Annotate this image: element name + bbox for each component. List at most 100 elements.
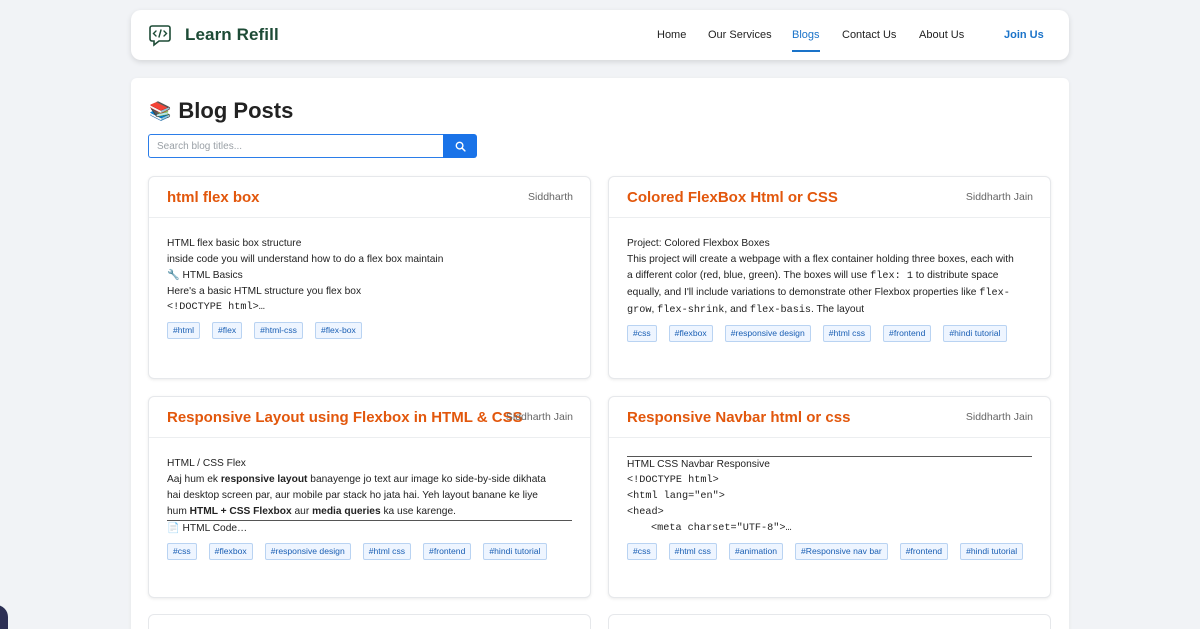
- excerpt-line: Here's a basic HTML structure you flex b…: [167, 286, 362, 297]
- blog-card[interactable]: [148, 614, 591, 629]
- excerpt-line: inside code you will understand how to d…: [167, 254, 444, 265]
- nav-item-our-services[interactable]: Our Services: [708, 10, 772, 60]
- excerpt-line: 📄 HTML Code…: [167, 523, 248, 534]
- card-title[interactable]: Responsive Layout using Flexbox in HTML …: [167, 409, 523, 426]
- tag-chip[interactable]: #html css: [822, 325, 872, 342]
- excerpt-code-line: <meta charset="UTF-8">…: [651, 523, 792, 534]
- excerpt-line: This project will create a webpage with …: [627, 254, 1014, 265]
- page-title: 📚 Blog Posts: [149, 98, 293, 124]
- excerpt-code-line: <!DOCTYPE html>: [627, 475, 719, 486]
- blog-list-panel: 📚 Blog Posts html flex box Siddharth HTM…: [131, 78, 1069, 629]
- card-header: Responsive Navbar html or css Siddharth …: [609, 397, 1050, 438]
- tag-chip[interactable]: #html css: [668, 543, 717, 560]
- tag-list: #html #flex #html-css #flex-box: [149, 316, 590, 339]
- tag-list: #css #html css #animation #Responsive na…: [609, 537, 1050, 560]
- tag-chip[interactable]: #frontend: [883, 325, 932, 342]
- excerpt-text: and: [730, 304, 748, 315]
- card-author: Siddharth: [528, 191, 573, 203]
- books-icon: 📚: [149, 100, 172, 121]
- excerpt-text: ka use karenge.: [383, 506, 456, 517]
- page-title-text: Blog Posts: [178, 98, 294, 123]
- card-excerpt: HTML CSS Navbar Responsive <!DOCTYPE htm…: [609, 438, 1050, 537]
- tag-chip[interactable]: #flex: [212, 322, 243, 339]
- nav-item-contact-us[interactable]: Contact Us: [842, 10, 896, 60]
- excerpt-line: HTML CSS Navbar Responsive: [627, 459, 770, 470]
- excerpt-text: equally, and I'll include variations to …: [627, 287, 977, 298]
- excerpt-line: 🔧 HTML Basics: [167, 270, 243, 281]
- excerpt-line: Aaj hum ek responsive layout banayenge j…: [167, 472, 572, 488]
- card-header: Responsive Layout using Flexbox in HTML …: [149, 397, 590, 438]
- tag-chip[interactable]: #css: [167, 543, 197, 560]
- blog-card[interactable]: html flex box Siddharth HTML flex basic …: [148, 176, 591, 379]
- card-author: Siddharth Jain: [505, 411, 573, 423]
- tag-chip[interactable]: #css: [627, 325, 657, 342]
- excerpt-bold: responsive layout: [220, 474, 308, 485]
- card-excerpt: HTML / CSS Flex Aaj hum ek responsive la…: [149, 438, 590, 537]
- tag-chip[interactable]: #frontend: [423, 543, 472, 560]
- excerpt-line: Project: Colored Flexbox Boxes: [627, 238, 770, 249]
- tag-chip[interactable]: #animation: [728, 543, 784, 560]
- inline-code: flex: 1: [870, 271, 913, 282]
- inline-code: flex-shrink: [657, 305, 725, 316]
- card-author: Siddharth Jain: [965, 191, 1033, 203]
- tag-chip[interactable]: #flexbox: [668, 325, 713, 342]
- inline-code: flex-: [979, 288, 1010, 299]
- excerpt-text: . The layout: [811, 304, 865, 315]
- search-icon: [455, 141, 466, 152]
- tag-chip[interactable]: #responsive design: [724, 325, 811, 342]
- tag-chip[interactable]: #css: [627, 543, 657, 560]
- blog-card[interactable]: [608, 614, 1051, 629]
- decorative-corner: [0, 605, 8, 629]
- excerpt-text: Aaj hum ek: [167, 474, 218, 485]
- nav-links: Home Our Services Blogs Contact Us About…: [131, 10, 1069, 60]
- excerpt-line: grow, flex-shrink, and flex-basis. The l…: [627, 304, 865, 316]
- tag-chip[interactable]: #hindi tutorial: [943, 325, 1007, 342]
- top-navbar: Learn Refill Home Our Services Blogs Con…: [131, 10, 1069, 60]
- card-title[interactable]: html flex box: [167, 189, 260, 206]
- card-title[interactable]: Colored FlexBox Html or CSS: [627, 189, 838, 206]
- excerpt-text: hum: [167, 506, 187, 517]
- tag-list: #css #flexbox #responsive design #html c…: [149, 537, 590, 560]
- tag-chip[interactable]: #hindi tutorial: [483, 543, 547, 560]
- blog-card[interactable]: Colored FlexBox Html or CSS Siddharth Ja…: [608, 176, 1051, 379]
- tag-chip[interactable]: #html css: [362, 543, 412, 560]
- tag-chip[interactable]: #html-css: [254, 322, 303, 339]
- card-header: html flex box Siddharth: [149, 177, 590, 218]
- excerpt-line: HTML flex basic box structure: [167, 238, 302, 249]
- excerpt-line: hum HTML + CSS Flexbox aur media queries…: [167, 504, 572, 520]
- card-title[interactable]: Responsive Navbar html or css: [627, 409, 850, 426]
- excerpt-bold: media queries: [312, 506, 381, 517]
- nav-item-about-us[interactable]: About Us: [919, 10, 964, 60]
- excerpt-text: a different color (red, blue, green). Th…: [627, 270, 868, 281]
- excerpt-line: a different color (red, blue, green). Th…: [627, 268, 1032, 285]
- tag-chip[interactable]: #frontend: [899, 543, 949, 560]
- tag-chip[interactable]: #flex-box: [314, 322, 362, 339]
- blog-card[interactable]: Responsive Navbar html or css Siddharth …: [608, 396, 1051, 598]
- card-author: Siddharth Jain: [965, 411, 1033, 423]
- tag-chip[interactable]: #responsive design: [264, 543, 351, 560]
- search-bar: [148, 134, 477, 158]
- search-input[interactable]: [148, 134, 443, 158]
- nav-item-blogs[interactable]: Blogs: [792, 10, 820, 60]
- blog-card[interactable]: Responsive Layout using Flexbox in HTML …: [148, 396, 591, 598]
- tag-chip[interactable]: #html: [167, 322, 201, 339]
- nav-item-home[interactable]: Home: [657, 10, 686, 60]
- join-us-button[interactable]: Join Us: [1004, 10, 1044, 60]
- excerpt-bold: HTML + CSS Flexbox: [189, 506, 292, 517]
- excerpt-text: aur: [294, 506, 310, 517]
- tag-chip[interactable]: #hindi tutorial: [960, 543, 1024, 560]
- excerpt-line: equally, and I'll include variations to …: [627, 285, 1032, 302]
- search-button[interactable]: [443, 134, 477, 158]
- tag-chip[interactable]: #flexbox: [208, 543, 253, 560]
- card-excerpt: HTML flex basic box structure inside cod…: [149, 218, 590, 316]
- card-header: Colored FlexBox Html or CSS Siddharth Ja…: [609, 177, 1050, 218]
- card-excerpt: Project: Colored Flexbox Boxes This proj…: [609, 218, 1050, 319]
- tag-chip[interactable]: #Responsive nav bar: [795, 543, 888, 560]
- excerpt-text: to distribute space: [915, 270, 999, 281]
- excerpt-line: hai desktop screen par, aur mobile par s…: [167, 490, 538, 501]
- excerpt-text: banayenge jo text aur image ko side-by-s…: [310, 474, 546, 485]
- excerpt-line: HTML / CSS Flex: [167, 458, 246, 469]
- excerpt-code-line: <head>: [627, 507, 664, 518]
- inline-code: flex-basis: [749, 305, 812, 316]
- tag-list: #css #flexbox #responsive design #html c…: [609, 319, 1050, 342]
